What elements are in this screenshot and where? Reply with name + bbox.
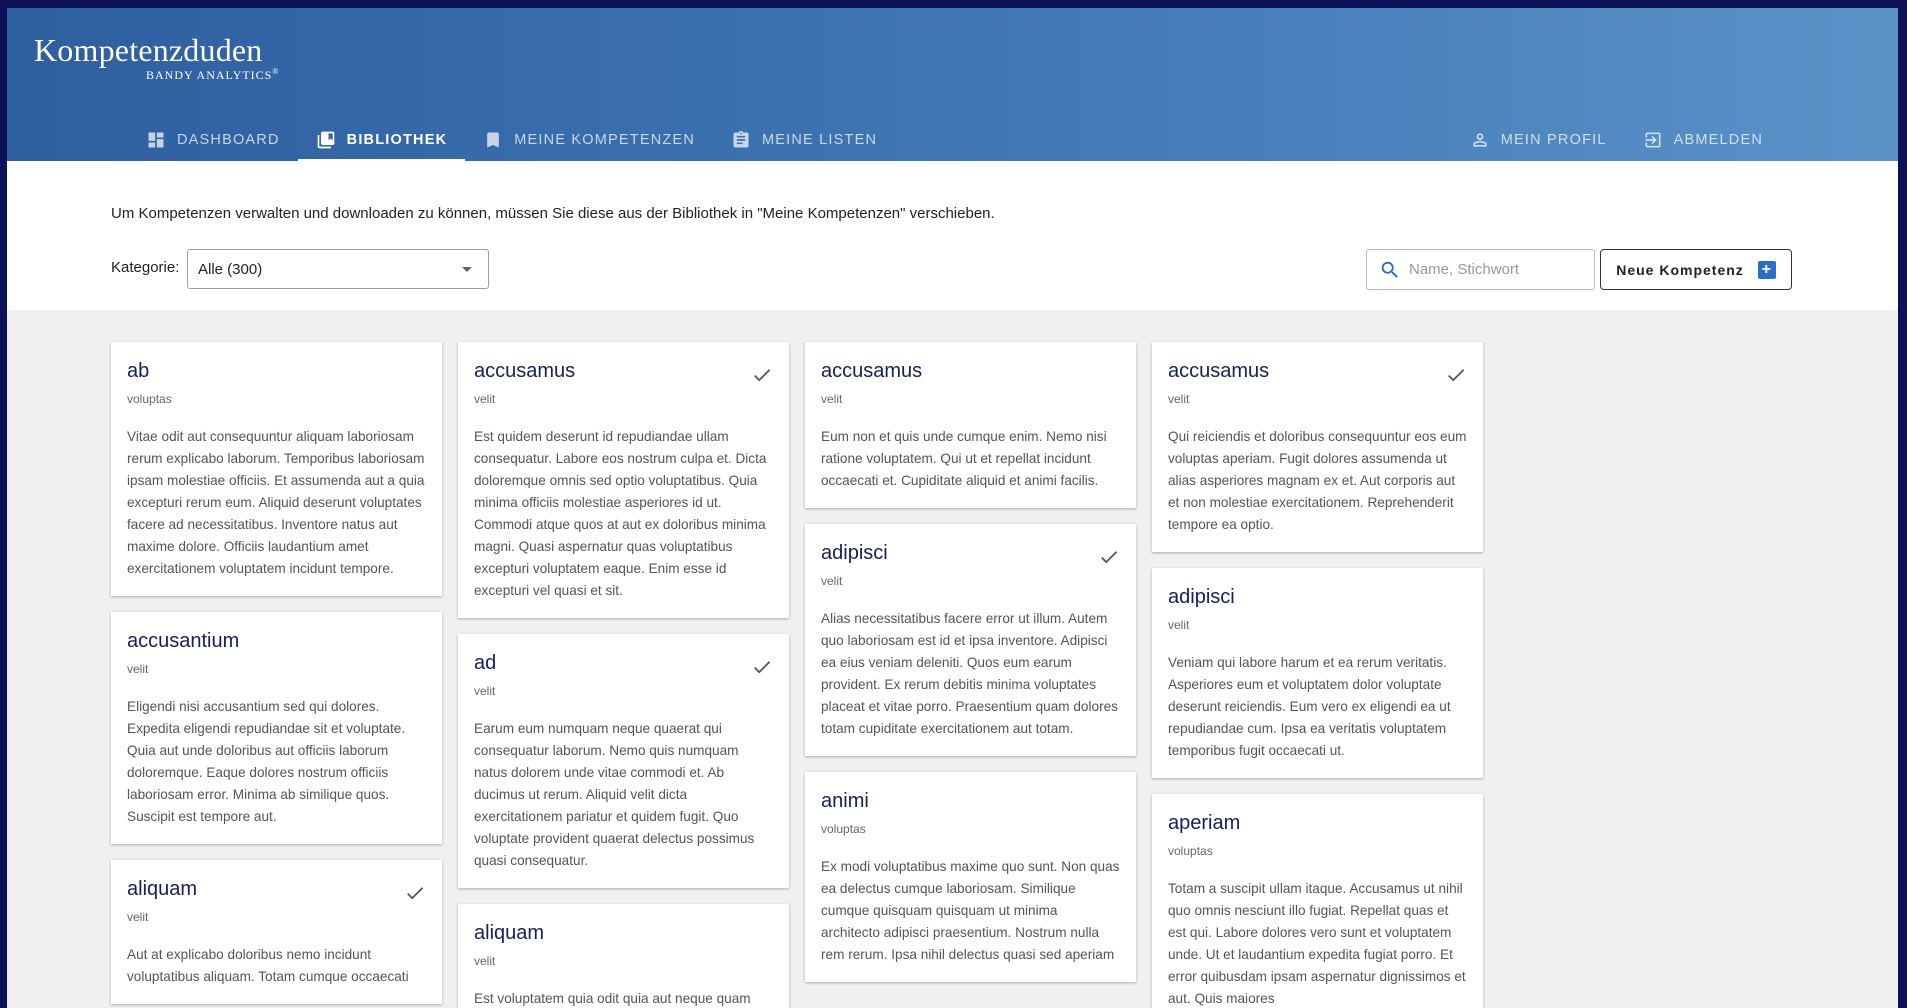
- card-title: aperiam: [1168, 812, 1241, 834]
- card-description: Est quidem deserunt id repudiandae ullam…: [474, 429, 767, 598]
- card-description: Totam a suscipit ullam itaque. Accusamus…: [1168, 881, 1466, 1006]
- card-description: Eligendi nisi accusantium sed qui dolore…: [127, 699, 406, 824]
- bookmark-icon: [487, 132, 500, 147]
- card-title: ad: [474, 652, 497, 674]
- check-icon: [1445, 364, 1467, 386]
- card-category: velit: [474, 392, 496, 406]
- competence-card[interactable]: aliquam velit Aut at explicabo doloribus…: [111, 860, 442, 1004]
- check-icon: [1098, 546, 1120, 568]
- card-category: velit: [1168, 392, 1190, 406]
- card-title: animi: [821, 790, 869, 812]
- main-nav: DASHBOARD BIBLIOTHEK MEINE KOMPETENZEN M…: [128, 118, 895, 161]
- logout-icon: [1645, 132, 1661, 147]
- dashboard-icon: [148, 132, 164, 147]
- card-category: velit: [127, 910, 149, 924]
- card-category: velit: [821, 392, 843, 406]
- category-label: Kategorie:: [111, 259, 180, 276]
- user-nav: MEIN PROFIL ABMELDEN: [1452, 118, 1781, 161]
- competence-card[interactable]: aperiam voluptas Totam a suscipit ullam …: [1152, 794, 1483, 1008]
- app-header: Kompetenzduden BANDY ANALYTICS® DASHBOAR…: [7, 8, 1898, 161]
- card-title: adipisci: [821, 542, 888, 564]
- competence-card[interactable]: accusamus velit Eum non et quis unde cum…: [805, 342, 1136, 508]
- brand-subtitle: BANDY ANALYTICS®: [146, 67, 280, 82]
- card-category: voluptas: [821, 822, 866, 836]
- card-description: Vitae odit aut consequuntur aliquam labo…: [127, 429, 425, 576]
- new-competence-label: Neue Kompetenz: [1616, 261, 1744, 278]
- competence-card[interactable]: accusamus velit Qui reiciendis et dolori…: [1152, 342, 1483, 552]
- check-icon: [751, 364, 773, 386]
- nav-meine-listen-label: MEINE LISTEN: [762, 131, 878, 148]
- nav-meine-kompetenzen-label: MEINE KOMPETENZEN: [514, 131, 695, 148]
- card-category: velit: [821, 574, 843, 588]
- card-description: Veniam qui labore harum et ea rerum veri…: [1168, 655, 1451, 758]
- search-input[interactable]: [1409, 261, 1589, 278]
- card-column: accusamus velit Qui reiciendis et dolori…: [1152, 342, 1483, 1008]
- card-description: Ex modi voluptatibus maxime quo sunt. No…: [821, 859, 1120, 962]
- card-title: accusantium: [127, 630, 240, 652]
- card-title: ab: [127, 360, 150, 382]
- card-title: accusamus: [474, 360, 576, 382]
- card-column: accusamus velit Est quidem deserunt id r…: [458, 342, 789, 1008]
- nav-mein-profil-label: MEIN PROFIL: [1500, 131, 1607, 148]
- clipboard-list-icon: [733, 130, 749, 147]
- competence-card[interactable]: adipisci velit Alias necessitatibus face…: [805, 524, 1136, 756]
- nav-bibliothek[interactable]: BIBLIOTHEK: [297, 118, 466, 161]
- card-description: Earum eum numquam neque quaerat qui cons…: [474, 721, 755, 868]
- filter-toolbar: Um Kompetenzen verwalten und downloaden …: [7, 161, 1898, 310]
- competence-card[interactable]: aliquam velit Est voluptatem quia odit q…: [458, 904, 789, 1008]
- app-frame: Kompetenzduden BANDY ANALYTICS® DASHBOAR…: [7, 8, 1898, 1008]
- card-column: ab voluptas Vitae odit aut consequuntur …: [111, 342, 442, 1008]
- library-icon: [317, 131, 334, 148]
- competence-card[interactable]: accusantium velit Eligendi nisi accusant…: [111, 612, 442, 844]
- caret-down-icon: [462, 267, 472, 272]
- nav-abmelden-label: ABMELDEN: [1673, 131, 1763, 148]
- card-category: velit: [474, 954, 496, 968]
- competence-grid: ab voluptas Vitae odit aut consequuntur …: [111, 342, 1483, 1008]
- card-title: aliquam: [474, 922, 545, 944]
- person-icon: [1473, 132, 1487, 147]
- card-category: voluptas: [1168, 844, 1213, 858]
- card-title: accusamus: [1168, 360, 1270, 382]
- card-category: velit: [1168, 618, 1190, 632]
- nav-bibliothek-label: BIBLIOTHEK: [346, 131, 448, 148]
- card-category: velit: [127, 662, 149, 676]
- nav-dashboard-label: DASHBOARD: [177, 131, 280, 148]
- card-category: voluptas: [127, 392, 172, 406]
- search-icon: [1381, 261, 1398, 278]
- card-description: Eum non et quis unde cumque enim. Nemo n…: [821, 429, 1107, 488]
- check-icon: [751, 656, 773, 678]
- new-competence-button[interactable]: Neue Kompetenz +: [1600, 249, 1792, 290]
- competence-card[interactable]: ad velit Earum eum numquam neque quaerat…: [458, 634, 789, 888]
- card-description: Est voluptatem quia odit quia aut neque …: [474, 991, 751, 1006]
- competence-card[interactable]: animi voluptas Ex modi voluptatibus maxi…: [805, 772, 1136, 982]
- nav-meine-kompetenzen[interactable]: MEINE KOMPETENZEN: [465, 118, 713, 161]
- competence-card[interactable]: adipisci velit Veniam qui labore harum e…: [1152, 568, 1483, 778]
- nav-dashboard[interactable]: DASHBOARD: [128, 118, 298, 161]
- nav-meine-listen[interactable]: MEINE LISTEN: [713, 118, 895, 161]
- category-select-value: Alle (300): [198, 260, 263, 278]
- competence-card[interactable]: ab voluptas Vitae odit aut consequuntur …: [111, 342, 442, 596]
- card-description: Alias necessitatibus facere error ut ill…: [821, 611, 1118, 736]
- brand-logo[interactable]: Kompetenzduden BANDY ANALYTICS®: [34, 32, 279, 83]
- competence-card[interactable]: accusamus velit Est quidem deserunt id r…: [458, 342, 789, 618]
- search-box[interactable]: [1366, 249, 1595, 290]
- nav-abmelden[interactable]: ABMELDEN: [1625, 118, 1781, 161]
- plus-icon: +: [1757, 260, 1776, 279]
- brand-title: Kompetenzduden: [34, 32, 263, 68]
- card-title: adipisci: [1168, 586, 1235, 608]
- info-text: Um Kompetenzen verwalten und downloaden …: [111, 205, 995, 222]
- card-description: Aut at explicabo doloribus nemo incidunt…: [127, 947, 409, 984]
- card-category: velit: [474, 684, 496, 698]
- check-icon: [404, 882, 426, 904]
- category-select[interactable]: Alle (300): [187, 249, 489, 289]
- card-description: Qui reiciendis et doloribus consequuntur…: [1168, 429, 1467, 532]
- card-title: aliquam: [127, 878, 198, 900]
- card-column: accusamus velit Eum non et quis unde cum…: [805, 342, 1136, 1008]
- card-title: accusamus: [821, 360, 923, 382]
- nav-mein-profil[interactable]: MEIN PROFIL: [1452, 118, 1625, 161]
